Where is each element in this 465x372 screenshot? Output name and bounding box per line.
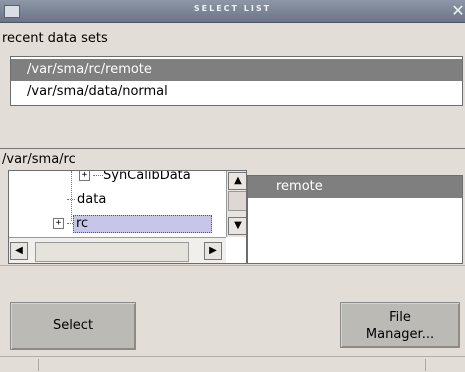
scroll-thumb[interactable] <box>228 191 246 211</box>
file-manager-label-line2: Manager... <box>365 327 435 342</box>
tree-guide-line <box>71 171 73 221</box>
recent-item-0[interactable]: /var/sma/rc/remote <box>11 59 462 81</box>
recent-data-sets-label: recent data sets <box>2 31 108 46</box>
close-icon[interactable]: ✕ <box>451 2 465 20</box>
file-item-remote[interactable]: remote <box>248 176 462 198</box>
scroll-down-button[interactable]: ▼ <box>228 217 246 235</box>
tree-item-label: data <box>77 192 107 207</box>
tree-item-syncalibdata[interactable]: + SynCalibData <box>79 170 191 185</box>
tree-horizontal-scrollbar[interactable]: ◀ ▶ <box>9 237 226 263</box>
scroll-left-button[interactable]: ◀ <box>10 242 28 260</box>
scroll-up-button[interactable]: ▲ <box>228 172 246 190</box>
tree-vertical-scrollbar[interactable]: ▲ ▼ <box>226 171 246 237</box>
select-list-window: SELECT LIST ✕ recent data sets /var/sma/… <box>0 0 465 372</box>
current-path: /var/sma/rc <box>2 152 76 167</box>
tree-item-label: SynCalibData <box>103 170 191 183</box>
divider <box>0 148 465 149</box>
directory-tree[interactable]: + SynCalibData data + rc ▲ ▼ ◀ ▶ <box>8 170 247 264</box>
divider <box>0 265 465 266</box>
window-title: SELECT LIST <box>193 4 272 13</box>
file-manager-button[interactable]: File Manager... <box>340 302 460 348</box>
status-bar <box>0 356 465 372</box>
title-bar: SELECT LIST ✕ <box>0 0 465 23</box>
tree-item-label: rc <box>73 215 212 233</box>
recent-data-sets-list[interactable]: /var/sma/rc/remote /var/sma/data/normal <box>10 56 463 106</box>
file-manager-label-line1: File <box>389 310 411 325</box>
scroll-thumb[interactable] <box>35 242 189 262</box>
tree-item-rc[interactable]: + rc <box>53 215 225 233</box>
expand-icon[interactable]: + <box>53 218 64 229</box>
file-list[interactable]: remote <box>247 175 463 264</box>
expand-icon[interactable]: + <box>79 171 90 181</box>
scroll-right-button[interactable]: ▶ <box>204 242 222 260</box>
recent-item-1[interactable]: /var/sma/data/normal <box>11 81 462 103</box>
select-button[interactable]: Select <box>10 302 136 350</box>
